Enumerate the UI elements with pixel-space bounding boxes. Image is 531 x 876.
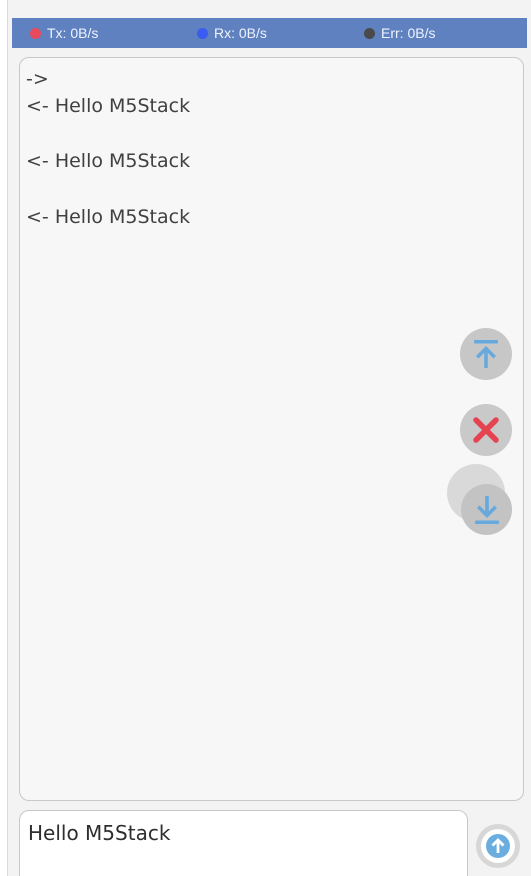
log-line: -> [26, 68, 49, 90]
rx-indicator-dot [197, 27, 208, 39]
err-rate: Err: 0B/s [364, 18, 435, 48]
err-rate-label: Err: 0B/s [381, 25, 436, 41]
arrow-up-icon [486, 834, 510, 858]
arrow-to-top-icon [474, 340, 498, 368]
message-input-value[interactable]: Hello M5Stack [28, 821, 170, 845]
serial-log-panel[interactable]: -> <- Hello M5Stack <- Hello M5Stack <- … [19, 57, 524, 801]
clear-log-button[interactable] [460, 404, 512, 456]
tx-rate-label: Tx: 0B/s [47, 25, 99, 41]
log-line: <- Hello M5Stack [26, 150, 191, 172]
scroll-to-top-button[interactable] [460, 328, 512, 380]
log-line: <- Hello M5Stack [26, 95, 191, 117]
rx-rate: Rx: 0B/s [197, 18, 267, 48]
window-left-edge [0, 0, 8, 876]
close-icon [473, 417, 499, 443]
err-indicator-dot [364, 27, 375, 39]
arrow-to-bottom-icon [474, 495, 499, 524]
rx-rate-label: Rx: 0B/s [214, 25, 267, 41]
log-line: <- Hello M5Stack [26, 206, 191, 228]
send-button[interactable] [476, 824, 520, 868]
scroll-to-bottom-button[interactable] [461, 484, 512, 535]
send-button-face [481, 829, 515, 863]
message-input[interactable]: Hello M5Stack [19, 810, 468, 876]
status-bar: Tx: 0B/s Rx: 0B/s Err: 0B/s [12, 18, 527, 48]
tx-rate: Tx: 0B/s [30, 18, 98, 48]
tx-indicator-dot [30, 27, 41, 39]
